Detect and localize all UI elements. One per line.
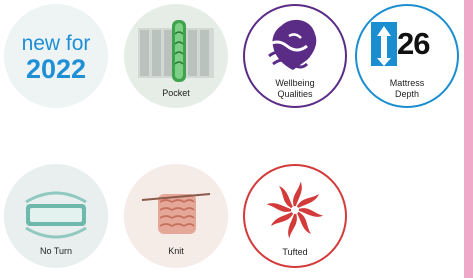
badge-new-year: 2022 (25, 54, 87, 84)
new-for-2022-badge: new for 2022 (4, 4, 108, 108)
no-turn-badge: No Turn (4, 164, 108, 268)
wellbeing-label-line2: Qualities (277, 89, 313, 99)
mattress-depth-badge: 26 Mattress Depth (355, 4, 459, 108)
no-turn-label: No Turn (39, 246, 72, 256)
tufted-badge: Tufted (243, 164, 347, 268)
knit-badge: Knit (124, 164, 228, 268)
wellbeing-label-line1: Wellbeing (275, 78, 315, 88)
side-accent-stripe (464, 0, 473, 278)
badge-new-line1: new for (21, 32, 91, 55)
tufted-label: Tufted (282, 247, 308, 257)
mattress-label-line1: Mattress (389, 78, 425, 88)
knit-label: Knit (168, 246, 184, 256)
mattress-depth-number: 26 (397, 26, 430, 61)
pocket-badge: Pocket (124, 4, 228, 108)
mattress-label-line2: Depth (394, 89, 420, 99)
pocket-label: Pocket (162, 88, 190, 98)
wellbeing-qualities-badge: Wellbeing Qualities (243, 4, 347, 108)
